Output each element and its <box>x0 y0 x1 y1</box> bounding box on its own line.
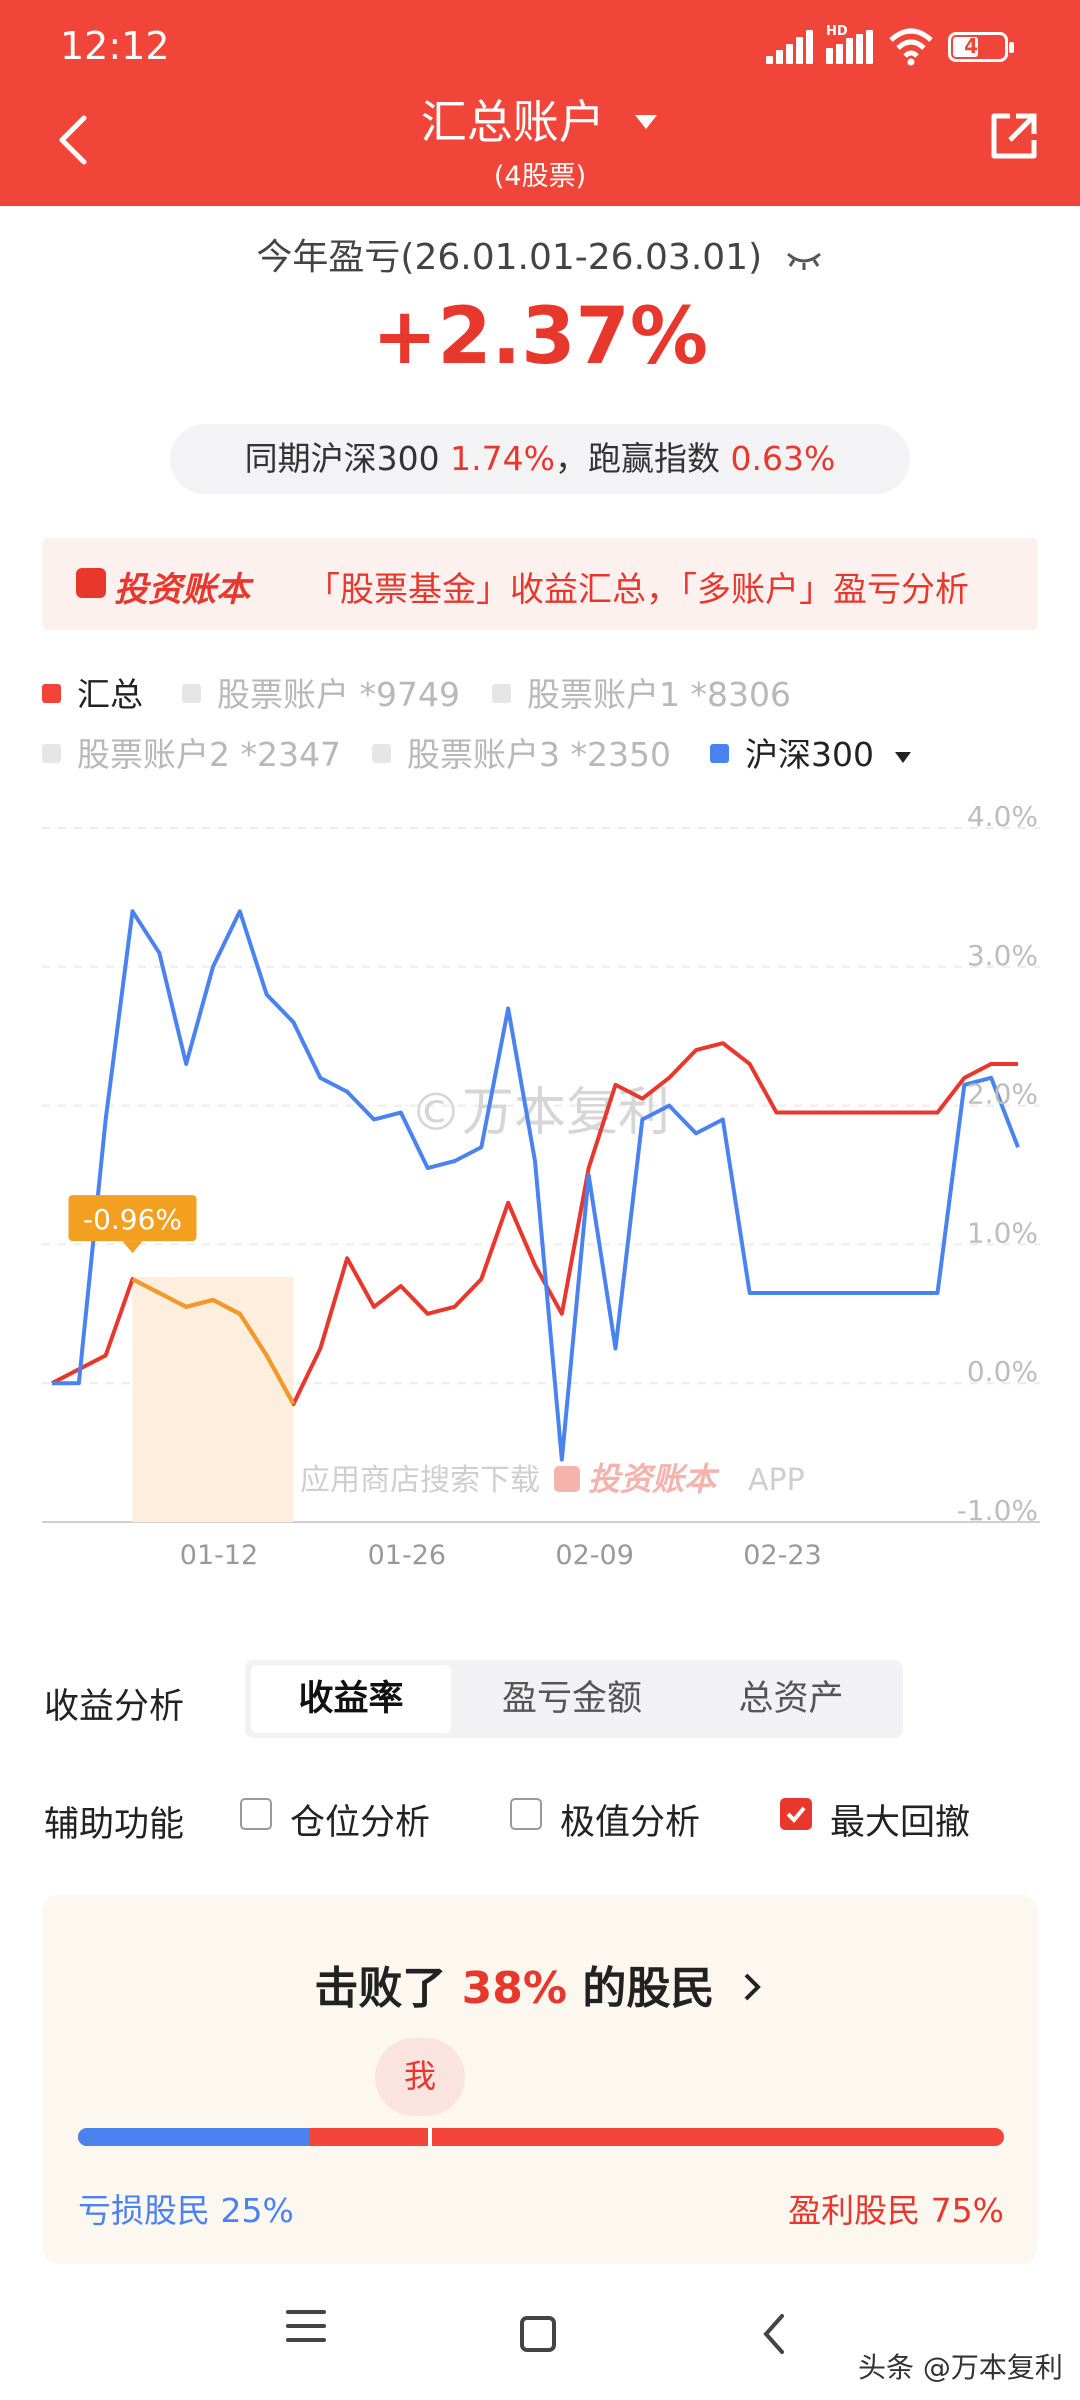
eye-closed-icon[interactable] <box>784 246 824 272</box>
check-icon <box>786 1806 806 1823</box>
analysis-label: 收益分析 <box>44 1687 185 1727</box>
loss-investors-label: 亏损股民 25% <box>78 2191 294 2230</box>
source-watermark: 头条 @万本复利 <box>858 2351 1063 2384</box>
excess-return: 0.63% <box>730 439 836 478</box>
status-time: 12:12 <box>60 24 170 68</box>
brand-logo-icon <box>554 1466 580 1492</box>
battery-icon: 48 <box>948 32 1014 62</box>
x-tick-label: 01-12 <box>180 1540 258 1571</box>
return-chart[interactable]: ©万本复利 01-12 01-26 02-09 02-23 4.0%3.0%2.0%1… <box>0 800 1080 1600</box>
total-return: +2.37% <box>372 292 708 382</box>
legend-item-account-8306[interactable]: 股票账户1 *8306 <box>492 668 791 716</box>
nav-home-button[interactable] <box>520 2316 556 2352</box>
max-drawdown-label[interactable]: 最大回撤 <box>830 1794 970 1845</box>
chevron-right-icon <box>744 1973 761 2001</box>
loss-segment <box>78 2128 310 2146</box>
nav-back-button[interactable] <box>756 2310 792 2358</box>
extreme-analysis-checkbox[interactable] <box>510 1798 542 1830</box>
aux-label: 辅助功能 <box>44 1805 185 1845</box>
position-analysis-label[interactable]: 仓位分析 <box>290 1794 430 1845</box>
x-tick-label: 02-23 <box>743 1540 821 1571</box>
legend-item-account-2347[interactable]: 股票账户2 *2347 <box>42 728 341 776</box>
tab-profit-amount[interactable]: 盈亏金额 <box>467 1665 677 1733</box>
caret-down-icon <box>635 114 658 129</box>
max-drawdown-checkbox[interactable] <box>780 1798 812 1830</box>
benchmark-compare: 同期沪深300 1.74%，跑赢指数 0.63% <box>170 424 910 494</box>
nav-menu-button[interactable] <box>286 2310 326 2352</box>
y-tick-label: 0.0% <box>967 1355 1038 1388</box>
tab-return-rate[interactable]: 收益率 <box>251 1665 451 1733</box>
page-subtitle: (4股票) <box>493 161 587 192</box>
drawdown-area <box>132 1277 294 1522</box>
brand-logo-icon <box>76 568 106 598</box>
investor-distribution-bar <box>78 2128 1004 2146</box>
banner-text: 「股票基金」收益汇总，「多账户」盈亏分析 <box>306 570 969 610</box>
extreme-analysis-label[interactable]: 极值分析 <box>560 1794 700 1845</box>
y-tick-label: 2.0% <box>967 1078 1038 1111</box>
hd-signal-icon: HD <box>826 24 876 64</box>
promo-banner[interactable]: 投资账本 「股票基金」收益汇总，「多账户」盈亏分析 <box>42 538 1038 630</box>
account-selector[interactable]: 汇总账户 <box>0 86 1080 152</box>
me-position-tick <box>427 2128 432 2146</box>
drawdown-label: -0.96% <box>83 1203 182 1236</box>
y-tick-label: 4.0% <box>967 800 1038 833</box>
drawdown-badge-pointer <box>122 1241 143 1254</box>
period-row: 今年盈亏(26.01.01-26.03.01) <box>0 228 1080 280</box>
me-marker: 我 <box>375 2038 465 2116</box>
legend-item-account-2350[interactable]: 股票账户3 *2350 <box>372 728 671 776</box>
tab-total-assets[interactable]: 总资产 <box>691 1665 891 1733</box>
chart-footer-brand: 投资账本 <box>588 1460 720 1498</box>
chart-footer-app: APP <box>748 1463 805 1498</box>
app-header: 12:12 HD 48 汇总账户 (4股票) <box>0 0 1080 206</box>
y-tick-label: 3.0% <box>967 939 1038 972</box>
beat-title: 击败了 38% 的股民 <box>42 1952 1038 2016</box>
index-return: 1.74% <box>450 439 555 478</box>
period-label: 今年盈亏(26.01.01-26.03.01) <box>256 237 763 278</box>
caret-down-icon <box>894 751 911 763</box>
legend-item-account-9749[interactable]: 股票账户 *9749 <box>182 668 460 716</box>
beat-percent: 38% <box>461 1963 567 2014</box>
banner-brand: 投资账本 <box>114 570 250 610</box>
legend-item-summary[interactable]: 汇总 <box>42 668 143 716</box>
analysis-tabs: 收益率 盈亏金额 总资产 <box>245 1660 903 1738</box>
wifi-icon <box>889 28 933 66</box>
x-tick-label: 02-09 <box>555 1540 633 1571</box>
signal-icon <box>766 30 816 64</box>
x-tick-label: 01-26 <box>368 1540 446 1571</box>
page-title: 汇总账户 <box>420 95 605 149</box>
position-analysis-checkbox[interactable] <box>240 1798 272 1830</box>
legend-item-csi300[interactable]: 沪深300 <box>710 728 913 776</box>
beat-investors-card[interactable]: 击败了 38% 的股民 我 亏损股民 25% 盈利股民 75% <box>42 1894 1038 2264</box>
profit-investors-label: 盈利股民 75% <box>788 2191 1004 2230</box>
y-tick-label: 1.0% <box>967 1216 1038 1249</box>
y-tick-label: -1.0% <box>957 1494 1038 1527</box>
chart-footer-text: 应用商店搜索下载 <box>300 1463 540 1498</box>
share-button[interactable] <box>986 108 1042 164</box>
